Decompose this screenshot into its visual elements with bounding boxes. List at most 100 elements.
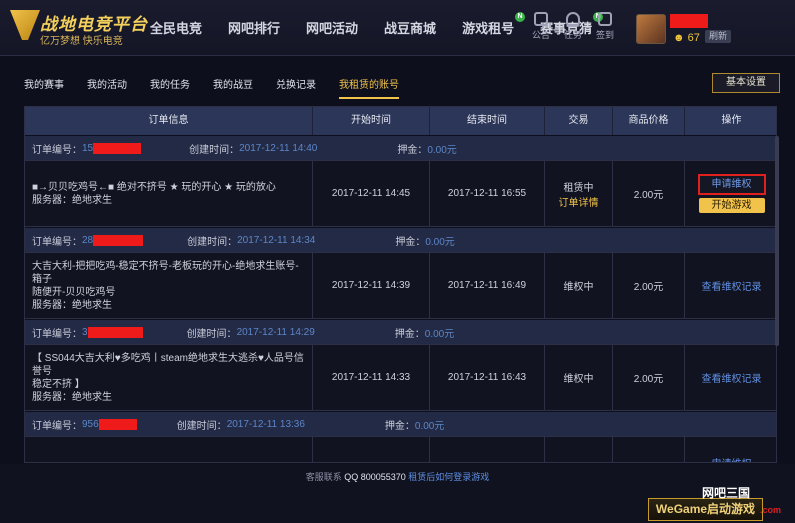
nav-item-shop[interactable]: 战豆商城 — [384, 18, 436, 37]
nav-item-activities[interactable]: 网吧活动 — [306, 18, 358, 37]
deposit-label: 押金： — [397, 144, 428, 156]
nav-item-quanmin[interactable]: 全民电竞 — [150, 18, 202, 37]
checkin-icon — [598, 12, 612, 26]
price — [613, 437, 685, 462]
column-header: 开始时间 — [313, 107, 430, 135]
coin-balance: ☻ 67 — [673, 32, 700, 44]
order-no-label: 订单编号： — [32, 420, 82, 432]
server-info: 服务器：绝地求生 — [32, 391, 112, 403]
trade-status: 租赁中 订单详情 — [545, 161, 613, 226]
status-text: 租赁中 — [563, 182, 594, 194]
order-no-redacted — [98, 418, 137, 430]
operations: 查看维权记录 — [685, 253, 776, 318]
end-time — [430, 437, 545, 462]
order-header: 订单编号： 956 创建时间： 2017-12-11 13:36 押金： 0.0… — [25, 412, 776, 436]
order-no-value: 956 — [82, 418, 99, 430]
order-no-value: 15 — [82, 142, 94, 154]
task-button[interactable]: 任务 — [557, 12, 589, 41]
account-tabs: 我的赛事 我的活动 我的任务 我的战豆 兑换记录 我租赁的账号 — [24, 76, 422, 99]
end-time: 2017-12-11 16:43 — [430, 345, 545, 410]
end-time: 2017-12-11 16:55 — [430, 161, 545, 226]
logo[interactable]: 战地电竞平台 亿万梦想 快乐电竞 — [10, 8, 147, 48]
column-header: 订单信息 — [25, 107, 313, 135]
start-time — [313, 437, 430, 462]
server-info: 服务器：绝地求生 — [32, 194, 112, 206]
wegame-launch-button[interactable]: WeGame启动游戏 — [648, 498, 763, 521]
tab-exchange-records[interactable]: 兑换记录 — [276, 76, 316, 99]
tab-my-activities[interactable]: 我的活动 — [87, 76, 127, 99]
tab-rented-accounts[interactable]: 我租赁的账号 — [339, 76, 399, 99]
deposit-value: 0.00元 — [414, 420, 445, 432]
tool-label: 任务 — [563, 30, 582, 40]
tab-my-beans[interactable]: 我的战豆 — [213, 76, 253, 99]
column-header: 商品价格 — [613, 107, 685, 135]
column-header: 结束时间 — [430, 107, 545, 135]
view-appeal-record-link[interactable]: 查看维权记录 — [702, 370, 762, 385]
account-title-cont: 随便开-贝贝吃鸡号 — [32, 286, 116, 298]
order-info: 【 SS044大吉大利♥多吃鸡丨steam绝地求生大逃杀♥人品号信誉号 稳定不挤… — [25, 345, 313, 410]
tab-my-matches[interactable]: 我的赛事 — [24, 76, 64, 99]
operations: 查看维权记录 — [685, 345, 776, 410]
status-text: 维权中 — [545, 253, 613, 318]
checkin-button[interactable]: 签到 — [589, 12, 621, 41]
order-row: 大吉大利-把把吃鸡-稳定不挤号-老板玩的开心-绝地求生账号-箱子 随便开-贝贝吃… — [25, 252, 776, 319]
nav-label: 游戏租号 — [462, 21, 515, 36]
table-scrollbar[interactable] — [775, 136, 779, 346]
top-bar: 战地电竞平台 亿万梦想 快乐电竞 全民电竞 网吧排行 网吧活动 战豆商城 游戏租… — [0, 0, 795, 56]
nav-item-rent-account[interactable]: 游戏租号 N — [462, 12, 526, 37]
order-detail-link[interactable]: 订单详情 — [559, 194, 599, 209]
nav-label: 战豆商城 — [384, 21, 437, 36]
account-title: ■→贝贝吃鸡号←■ 绝对不挤号 ★ 玩的开心 ★ 玩的放心 — [32, 181, 276, 193]
watermark-url: .com — [760, 505, 782, 515]
price: 2.00元 — [613, 161, 685, 226]
apply-appeal-button[interactable]: 申请维权 — [697, 174, 766, 195]
created-value: 2017-12-11 14:34 — [237, 234, 316, 246]
deposit-value: 0.00元 — [425, 236, 455, 248]
login-guide-link[interactable]: 租赁后如何登录游戏 — [408, 472, 489, 482]
server-info: 服务器：绝地求生 — [32, 299, 112, 311]
avatar[interactable] — [636, 14, 666, 44]
start-game-button[interactable]: 开始游戏 — [698, 198, 765, 213]
account-title: 【 SS044大吉大利♥多吃鸡丨steam绝地求生大逃杀♥人品号信誉号 — [32, 352, 304, 377]
order-no-label: 订单编号： — [32, 328, 82, 340]
column-header: 交易 — [545, 107, 613, 135]
column-header: 操作 — [721, 115, 742, 126]
apply-appeal-link[interactable]: 申请维权 — [712, 455, 752, 462]
deposit-value: 0.00元 — [427, 144, 457, 156]
deposit-label: 押金： — [394, 328, 425, 340]
start-time: 2017-12-11 14:45 — [313, 161, 430, 226]
price: 2.00元 — [613, 345, 685, 410]
table-header: 订单信息 开始时间 结束时间 交易 商品价格 操作 — [25, 107, 776, 135]
price: 2.00元 — [613, 253, 685, 318]
view-appeal-record-link[interactable]: 查看维权记录 — [702, 278, 762, 293]
watermark-text: 网吧三国 — [702, 486, 751, 500]
created-label: 创建时间： — [187, 236, 238, 248]
deposit-label: 押金： — [384, 420, 415, 432]
order-no-label: 订单编号： — [32, 236, 82, 248]
logo-v-icon — [10, 10, 40, 40]
orders-table: 订单信息 开始时间 结束时间 交易 商品价格 操作 订单编号： 15 创建时间：… — [24, 106, 777, 463]
order-info — [25, 437, 313, 462]
nav-label: 网吧排行 — [228, 21, 281, 36]
nav-item-ranking[interactable]: 网吧排行 — [228, 18, 280, 37]
created-value: 2017-12-11 14:29 — [236, 326, 315, 338]
order-header: 订单编号： 3 创建时间： 2017-12-11 14:29 押金： 0.00元 — [25, 320, 776, 344]
tab-my-tasks[interactable]: 我的任务 — [150, 76, 190, 99]
deposit-label: 押金： — [395, 236, 426, 248]
order-row: ■→贝贝吃鸡号←■ 绝对不挤号 ★ 玩的开心 ★ 玩的放心 服务器：绝地求生 2… — [25, 160, 776, 227]
tool-label: 公告 — [531, 30, 550, 40]
announcement-button[interactable]: 公告 — [525, 12, 557, 41]
order-header: 订单编号： 28 创建时间： 2017-12-11 14:34 押金： 0.00… — [25, 228, 776, 252]
operations: 申请维权 — [685, 437, 776, 462]
created-value: 2017-12-11 14:40 — [239, 142, 318, 154]
order-no-redacted — [87, 326, 143, 338]
order-no-value: 28 — [82, 234, 94, 246]
toolbar: 公告 任务 签到 — [525, 12, 621, 41]
basic-settings-button[interactable]: 基本设置 — [712, 73, 780, 93]
created-value: 2017-12-11 13:36 — [226, 418, 305, 430]
order-row: 【 SS044大吉大利♥多吃鸡丨steam绝地求生大逃杀♥人品号信誉号 稳定不挤… — [25, 344, 776, 411]
support-qq: QQ 800055370 — [344, 472, 406, 482]
status-text — [545, 437, 613, 462]
order-no-label: 订单编号： — [32, 144, 82, 156]
refresh-button[interactable]: 刷新 — [705, 30, 731, 43]
